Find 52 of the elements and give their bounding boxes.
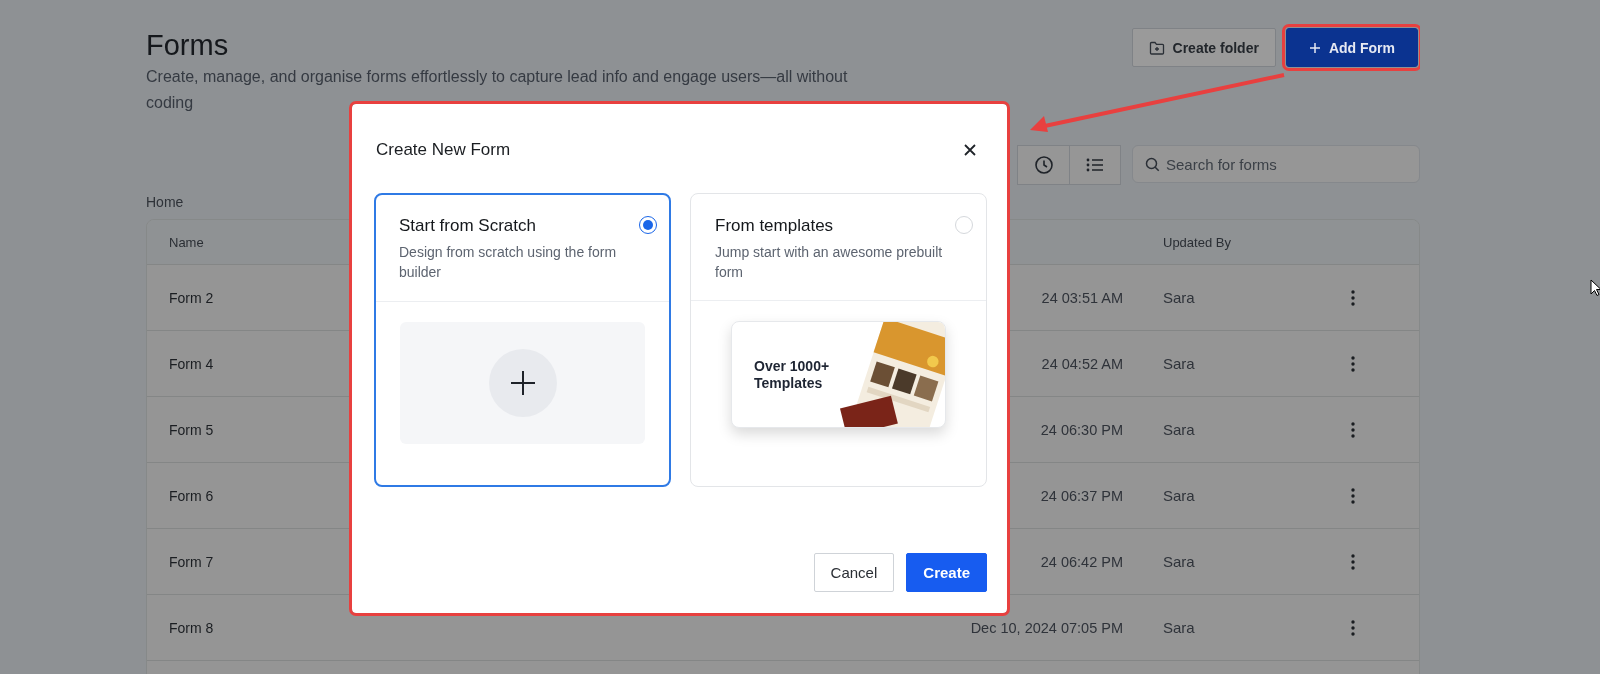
form-name[interactable]: Form 4 xyxy=(169,355,214,372)
more-options-icon[interactable] xyxy=(1351,289,1355,306)
form-name[interactable]: Form 2 xyxy=(169,289,214,306)
updated-date: 24 06:37 PM xyxy=(1040,487,1123,504)
plus-icon xyxy=(509,370,536,396)
form-name[interactable]: Form 7 xyxy=(169,553,214,570)
more-options-icon[interactable] xyxy=(1351,355,1355,372)
folder-plus-icon xyxy=(1148,40,1165,55)
more-options-icon[interactable] xyxy=(1351,553,1355,570)
search-icon xyxy=(1145,156,1160,172)
list-icon xyxy=(1085,157,1105,173)
clock-icon xyxy=(1033,155,1054,175)
create-button[interactable]: Create xyxy=(906,553,987,592)
form-name[interactable]: Form 5 xyxy=(169,421,214,438)
updated-date: 24 06:30 PM xyxy=(1040,421,1123,438)
plus-icon xyxy=(1308,41,1321,54)
updated-date: Dec 10, 2024 07:05 PM xyxy=(970,619,1123,636)
search-input[interactable]: Search for forms xyxy=(1166,149,1396,179)
updated-by: Sara xyxy=(1163,355,1195,372)
page-subtitle: Create, manage, and organise forms effortlessly to capture lead info and engage users—all without coding xyxy=(146,67,849,113)
page-title: Forms xyxy=(146,28,230,62)
updated-by: Sara xyxy=(1163,619,1195,636)
dialog-title: Create New Form xyxy=(376,140,511,160)
more-options-icon[interactable] xyxy=(1351,619,1355,636)
list-view-button[interactable] xyxy=(1069,146,1120,184)
updated-date: 24 03:51 AM xyxy=(1041,289,1123,306)
option-description: Jump start with an awesome prebuilt form xyxy=(715,243,944,282)
more-options-icon[interactable] xyxy=(1351,421,1355,438)
clock-button[interactable] xyxy=(1018,146,1069,184)
close-icon xyxy=(963,143,977,157)
more-options-icon[interactable] xyxy=(1351,487,1355,504)
search-field[interactable]: Search for forms xyxy=(1132,145,1420,183)
option-description: Design from scratch using the form builder xyxy=(399,243,618,282)
updated-by: Sara xyxy=(1163,487,1195,504)
updated-by: Sara xyxy=(1163,421,1195,438)
option-title: From templates xyxy=(715,216,835,236)
column-header: Name xyxy=(168,234,205,250)
cursor-icon xyxy=(1590,279,1600,297)
updated-by: Sara xyxy=(1163,553,1195,570)
option-title: Start from Scratch xyxy=(399,216,537,236)
option-card[interactable]: Start from Scratch Design from scratch using the form builder xyxy=(374,193,671,487)
form-name[interactable]: Form 6 xyxy=(169,487,214,504)
create-folder-button[interactable]: Create folder xyxy=(1131,28,1276,67)
updated-by: Sara xyxy=(1163,289,1195,306)
column-header: Updated By xyxy=(1162,234,1232,250)
form-name[interactable]: Form 8 xyxy=(169,619,214,636)
updated-date: 24 04:52 AM xyxy=(1041,355,1123,372)
updated-date: 24 06:42 PM xyxy=(1040,553,1123,570)
option-card[interactable]: From templates Jump start with an awesome prebuilt form Over 1000+ Templates xyxy=(690,193,987,487)
breadcrumb-link[interactable]: Home xyxy=(146,194,184,210)
cancel-button[interactable]: Cancel xyxy=(813,553,895,592)
banner-text: Over 1000+ Templates xyxy=(753,357,831,392)
